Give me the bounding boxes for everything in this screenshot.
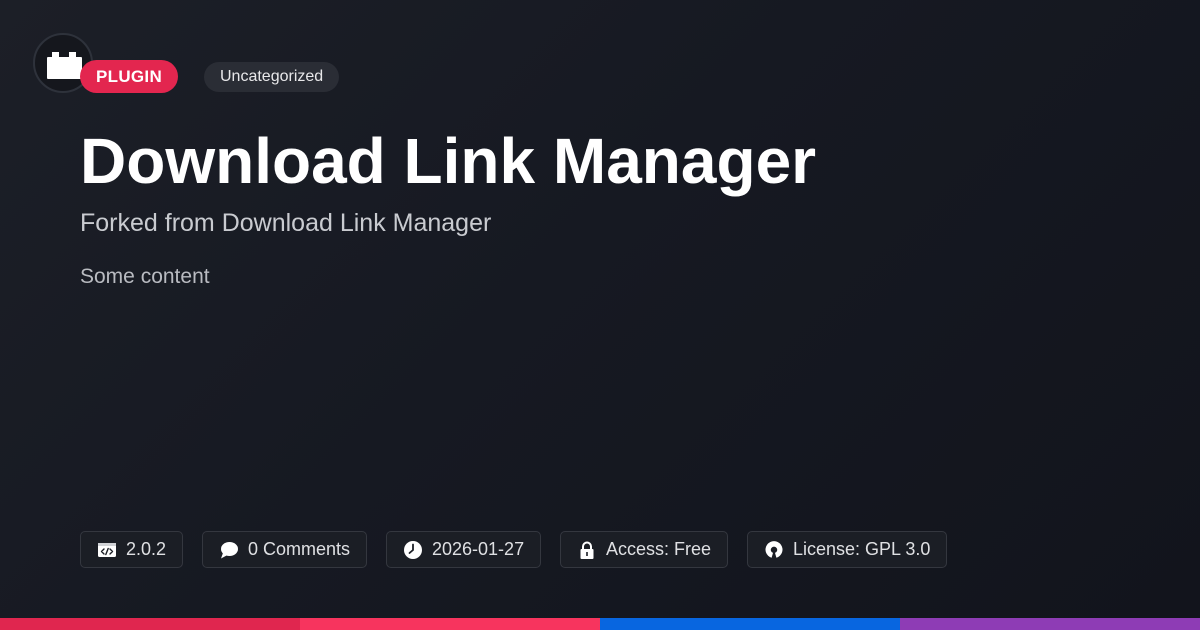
bottom-bar-segment [900,618,1200,630]
bottom-color-bar [0,618,1200,630]
comment-icon [221,541,238,558]
comments-label: 0 Comments [248,539,351,559]
date-label: 2026-01-27 [432,539,525,559]
license-label: License: GPL 3.0 [793,539,931,559]
access-label: Access: Free [606,539,712,559]
version-meta: 2.0.2 [80,531,184,568]
bottom-bar-segment [0,618,300,630]
content-text: Some content [80,265,210,288]
access-meta: Access: Free [560,531,729,568]
open-source-icon [765,540,783,558]
clock-icon [404,540,422,559]
type-badge: PLUGIN [80,60,179,93]
category-badge[interactable]: Uncategorized [204,62,340,92]
version-label: 2.0.2 [126,539,167,559]
page-title: Download Link Manager [80,125,817,197]
comments-meta[interactable]: 0 Comments [202,531,368,568]
date-meta: 2026-01-27 [386,531,542,568]
bottom-bar-segment [300,618,600,630]
code-icon [98,542,116,557]
page-subtitle: Forked from Download Link Manager [80,209,492,237]
lock-icon [580,541,594,559]
bottom-bar-segment [600,618,900,630]
license-meta: License: GPL 3.0 [747,531,948,568]
